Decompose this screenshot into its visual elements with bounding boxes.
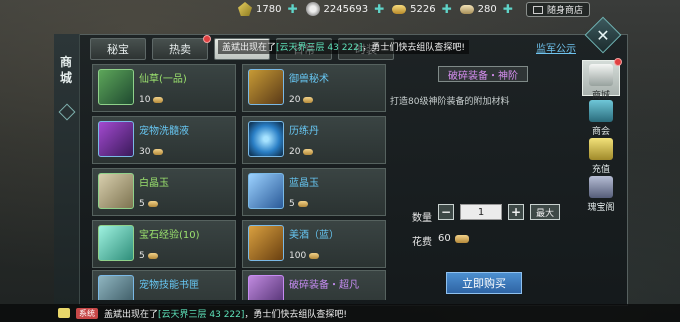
sidebar-item-mall[interactable]: 商城 bbox=[582, 58, 622, 101]
ingot-icon bbox=[147, 253, 158, 259]
shop-cart-icon bbox=[533, 5, 543, 14]
sidebar-item-treasure-hall[interactable]: 瑰宝阁 bbox=[582, 176, 620, 213]
plus-icon: + bbox=[510, 205, 522, 219]
currency-bar: 1780 ✚ 2245693 ✚ 5226 ✚ 280 ✚ bbox=[238, 0, 517, 18]
ingot-icon bbox=[303, 97, 314, 103]
diamond-ornament-icon bbox=[58, 103, 76, 121]
currency-gold: 5226 ✚ bbox=[392, 2, 452, 16]
tab-hot[interactable]: 热卖 bbox=[152, 35, 211, 60]
silver-coin-icon bbox=[305, 2, 320, 16]
item-card[interactable]: 蓝晶玉 5 bbox=[242, 168, 386, 216]
currency-silver: 2245693 ✚ bbox=[305, 2, 384, 16]
wine-jar-icon bbox=[248, 225, 284, 261]
herb-icon bbox=[98, 69, 134, 105]
panel-side-label: 商城 bbox=[54, 34, 80, 306]
broken-gear-icon bbox=[248, 275, 284, 300]
detail-description: 打造80级神阶装备的附加材料 bbox=[390, 97, 510, 107]
recharge-icon bbox=[589, 138, 613, 160]
panel-title: 商城 bbox=[60, 55, 73, 85]
notification-dot-icon bbox=[203, 35, 211, 43]
mall-icon bbox=[589, 64, 613, 86]
potion-icon bbox=[98, 121, 134, 157]
chat-message: 盖斌出现在了[云天界三层 43 222]，勇士们快去组队查探吧! bbox=[104, 309, 347, 320]
skill-box-icon bbox=[98, 275, 134, 300]
chat-bar[interactable]: 系统 盖斌出现在了[云天界三层 43 222]，勇士们快去组队查探吧! bbox=[0, 304, 680, 322]
notice-link[interactable]: 监军公示 bbox=[536, 40, 576, 55]
ingot-icon bbox=[153, 97, 164, 103]
item-card[interactable]: 仙草(一品) 10 bbox=[92, 64, 236, 112]
detail-title: 破碎装备・神阶 bbox=[438, 66, 528, 82]
ingot-icon bbox=[309, 253, 320, 259]
currency-yuanbao: 1780 ✚ bbox=[238, 2, 298, 16]
item-card[interactable]: 美酒（蓝） 100 bbox=[242, 220, 386, 268]
quantity-input[interactable]: 1 bbox=[460, 204, 502, 220]
add-gold-button[interactable]: ✚ bbox=[442, 2, 452, 16]
cost-label: 花费 bbox=[412, 237, 432, 248]
sidebar-item-recharge[interactable]: 充值 bbox=[582, 138, 620, 175]
portable-shop-button[interactable]: 随身商店 bbox=[526, 2, 591, 17]
item-card[interactable]: 宠物技能书匣 bbox=[92, 270, 236, 300]
bound-ingot-icon bbox=[459, 4, 474, 14]
add-yuanbao-button[interactable]: ✚ bbox=[287, 2, 297, 16]
sidebar-item-guild-shop[interactable]: 商会 bbox=[582, 100, 620, 137]
system-tag: 系统 bbox=[76, 307, 98, 319]
item-card[interactable]: 历练丹 20 bbox=[242, 116, 386, 164]
guild-shop-icon bbox=[589, 100, 613, 122]
notification-dot-icon bbox=[614, 58, 622, 66]
add-bound-button[interactable]: ✚ bbox=[503, 2, 513, 16]
item-grid: 仙草(一品) 10 御兽秘术 20 宠物洗髓液 30 历练丹 20 白晶玉 5 … bbox=[90, 64, 386, 300]
item-card[interactable]: 御兽秘术 20 bbox=[242, 64, 386, 112]
ingot-icon bbox=[303, 149, 314, 155]
cost-value: 60 bbox=[438, 233, 469, 244]
quantity-label: 数量 bbox=[412, 213, 432, 224]
item-card[interactable]: 宝石经验(10) 5 bbox=[92, 220, 236, 268]
item-card[interactable]: 白晶玉 5 bbox=[92, 168, 236, 216]
gem-exp-icon bbox=[98, 225, 134, 261]
currency-bound: 280 ✚ bbox=[459, 2, 513, 16]
increase-button[interactable]: + bbox=[508, 204, 524, 220]
blue-jade-icon bbox=[248, 173, 284, 209]
white-jade-icon bbox=[98, 173, 134, 209]
buy-now-button[interactable]: 立即购买 bbox=[446, 272, 522, 294]
add-silver-button[interactable]: ✚ bbox=[374, 2, 384, 16]
item-card[interactable]: 破碎装备・超凡 bbox=[242, 270, 386, 300]
item-card[interactable]: 宠物洗髓液 30 bbox=[92, 116, 236, 164]
ingot-icon bbox=[454, 234, 469, 243]
treasure-hall-icon bbox=[589, 176, 613, 198]
decrease-button[interactable]: − bbox=[438, 204, 454, 220]
minus-icon: − bbox=[440, 205, 452, 219]
pill-orb-icon bbox=[248, 121, 284, 157]
tab-treasure[interactable]: 秘宝 bbox=[90, 38, 146, 60]
ingot-icon bbox=[147, 201, 158, 207]
beast-book-icon bbox=[248, 69, 284, 105]
broadcast-banner: 盖斌出现在了[云天界三层 43 222]，勇士们快去组队查探吧! bbox=[218, 40, 469, 54]
ingot-icon bbox=[153, 149, 164, 155]
max-button[interactable]: 最大 bbox=[530, 204, 560, 220]
close-icon: ✕ bbox=[596, 25, 610, 45]
ingot-icon bbox=[297, 201, 308, 207]
yuanbao-icon bbox=[238, 2, 252, 16]
gold-ingot-icon bbox=[392, 4, 407, 14]
chat-icon[interactable] bbox=[58, 308, 70, 318]
